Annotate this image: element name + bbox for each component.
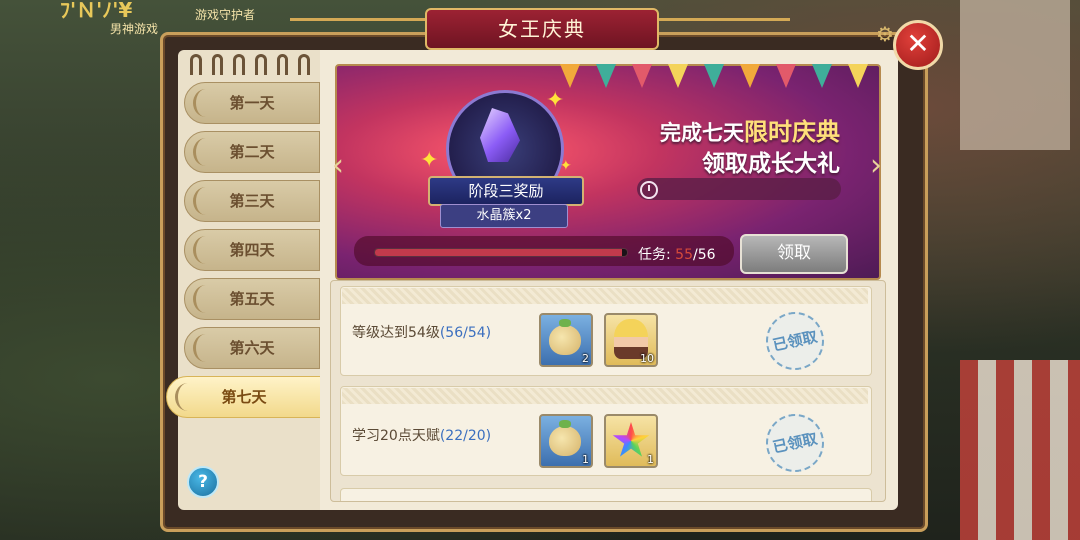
day-tab-4[interactable]: 第四天	[184, 229, 320, 271]
pennant	[596, 64, 616, 88]
close-button[interactable]: ✕	[893, 20, 943, 70]
background-text-left: 男神游戏	[110, 22, 159, 36]
ring-icon	[298, 54, 311, 75]
pennant	[812, 64, 832, 88]
clock-icon	[640, 181, 658, 199]
ring-icon	[255, 54, 267, 75]
task-progress-text: (22/20)	[439, 428, 492, 444]
task-progress-text: (56/54)	[439, 325, 492, 341]
row-header-band	[342, 388, 868, 404]
sparkle-icon: ✦	[560, 158, 572, 174]
pennant	[740, 64, 760, 88]
task-name-text: 等级达到54级	[352, 325, 440, 341]
stage-reward-title: 阶段三奖励	[428, 176, 584, 206]
headline-highlight: 限时庆典	[744, 118, 840, 146]
reward-slot[interactable]: 2	[539, 313, 593, 367]
ring-icon	[211, 54, 224, 75]
help-button[interactable]: ?	[187, 466, 219, 498]
task-total: /56	[693, 247, 716, 263]
headline-prefix: 完成七天	[660, 121, 744, 145]
bag-icon	[549, 319, 581, 355]
pennant	[668, 64, 688, 88]
task-row-partial	[340, 488, 872, 501]
next-arrow-icon[interactable]: ›	[866, 148, 886, 184]
day-tab-2[interactable]: 第二天	[184, 131, 320, 173]
day-tab-3[interactable]: 第三天	[184, 180, 320, 222]
reward-slot[interactable]: 1	[604, 414, 658, 468]
pennant-decoration	[560, 64, 876, 104]
reward-quantity: 2	[582, 352, 589, 365]
reward-slot[interactable]: 10	[604, 313, 658, 367]
task-progress-fill	[375, 249, 622, 256]
pennant	[704, 64, 724, 88]
reward-slot[interactable]: 1	[539, 414, 593, 468]
task-counter: 任务: 55/56	[638, 244, 716, 264]
background-awning	[960, 360, 1080, 540]
ring-icon	[190, 54, 202, 75]
banner-headline-line1: 完成七天限时庆典	[620, 112, 840, 147]
day-tab-1[interactable]: 第一天	[184, 82, 320, 124]
task-progress-bar	[374, 248, 628, 257]
gear-icon: ⚙	[876, 22, 894, 46]
pennant	[848, 64, 868, 88]
task-current: 55	[675, 247, 693, 263]
sparkle-icon: ✦	[420, 148, 439, 173]
notebook-rings	[190, 54, 311, 76]
reward-quantity: 1	[647, 453, 654, 466]
sparkle-icon: ✦	[546, 88, 565, 113]
day-tab-7[interactable]: 第七天	[166, 376, 322, 418]
pennant	[560, 64, 580, 88]
background-building	[960, 0, 1070, 150]
bag-icon	[549, 420, 581, 456]
pennant	[776, 64, 796, 88]
task-name-text: 学习20点天赋	[352, 428, 440, 444]
claim-button[interactable]: 领取	[740, 234, 848, 274]
pennant	[632, 64, 652, 88]
day-tab-5[interactable]: 第五天	[184, 278, 320, 320]
background-text-right: 游戏守护者	[195, 8, 256, 22]
title-ornament-left	[290, 18, 440, 35]
task-description: 等级达到54级(56/54)	[352, 322, 491, 342]
reward-quantity: 1	[582, 453, 589, 466]
reward-quantity: 10	[640, 352, 654, 365]
row-header-band	[342, 288, 868, 304]
countdown-bar	[637, 178, 841, 200]
ring-icon	[276, 54, 289, 75]
task-label: 任务:	[638, 247, 671, 263]
banner-headline-line2: 领取成长大礼	[702, 151, 840, 177]
stage-reward-item: 水晶簇x2	[440, 204, 568, 228]
day-tab-6[interactable]: 第六天	[184, 327, 320, 369]
task-description: 学习20点天赋(22/20)	[352, 425, 491, 445]
dialog-title: 女王庆典	[425, 8, 659, 50]
rainbow-star-icon	[612, 422, 650, 457]
ring-icon	[233, 54, 246, 75]
title-ornament-right	[640, 18, 790, 35]
prev-arrow-icon[interactable]: ‹	[328, 148, 348, 184]
